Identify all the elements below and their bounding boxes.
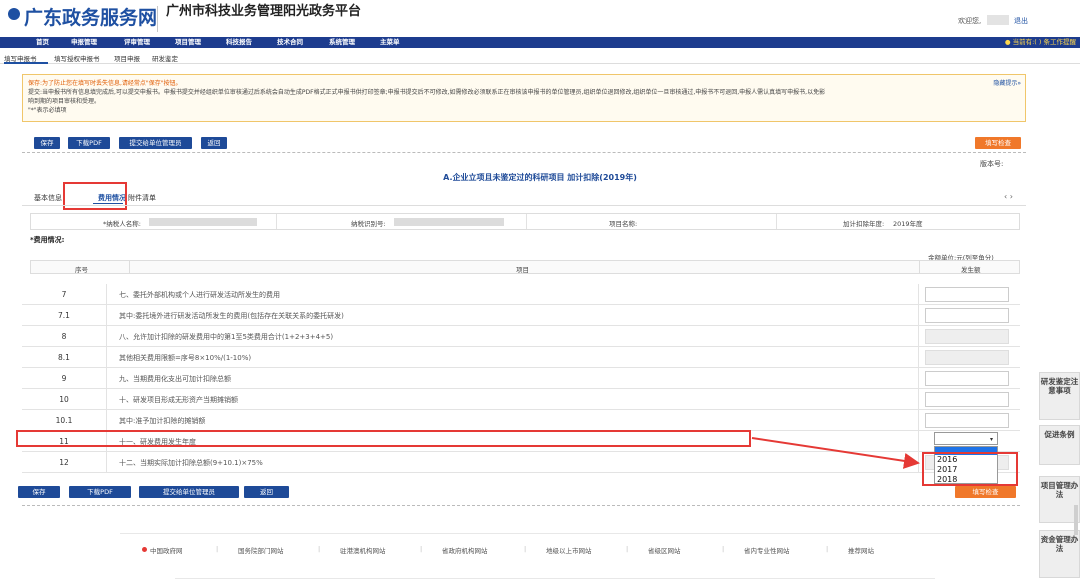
bottom-divider <box>22 505 1020 506</box>
footer-link-recommended[interactable]: 推荐网站 <box>848 545 874 555</box>
footer-link-hkmo[interactable]: 驻港澳机构网站 <box>340 545 386 555</box>
footer-link-professional[interactable]: 省内专业性网站 <box>744 545 790 555</box>
footer-link-district[interactable]: 省级区网站 <box>648 545 681 555</box>
annotation-arrow <box>751 437 920 469</box>
gov-icon <box>142 547 147 552</box>
back-button-bottom[interactable]: 返回 <box>244 486 289 498</box>
side-scrollbar[interactable] <box>1074 505 1078 535</box>
footer-bottom-rule <box>175 578 935 579</box>
footer <box>120 533 980 581</box>
save-button-bottom[interactable]: 保存 <box>18 486 60 498</box>
submit-to-admin-button-bottom[interactable]: 提交给单位管理员 <box>139 486 239 498</box>
footer-link-province[interactable]: 省政府机构网站 <box>442 545 488 555</box>
fill-check-button-bottom[interactable]: 填写检查 <box>955 486 1016 498</box>
download-pdf-button-bottom[interactable]: 下载PDF <box>69 486 131 498</box>
footer-link-gov[interactable]: 中国政府网 <box>150 545 183 555</box>
footer-link-city[interactable]: 地级以上市网站 <box>546 545 592 555</box>
side-tab-regulations[interactable]: 促进条例 <box>1039 425 1080 465</box>
side-tab-appraisal-notes[interactable]: 研发鉴定注意事项 <box>1039 372 1080 420</box>
footer-link-state-council[interactable]: 国务院部门网站 <box>238 545 284 555</box>
side-tab-fund-rules[interactable]: 资金管理办法 <box>1039 530 1080 578</box>
